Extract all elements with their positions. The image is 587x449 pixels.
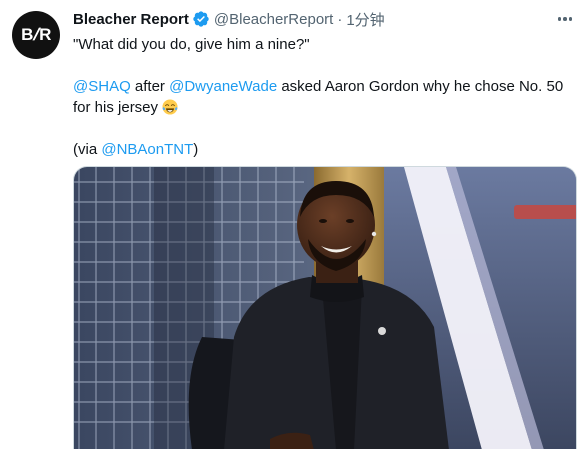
mention-shaq-link[interactable]: @SHAQ xyxy=(73,78,131,95)
avatar[interactable]: B / R xyxy=(12,11,60,59)
text-fragment: after xyxy=(130,78,170,95)
tweet-header: Bleacher Report @BleacherReport · 1分钟 xyxy=(73,9,385,29)
dot xyxy=(568,17,573,21)
dot xyxy=(563,17,567,21)
mention-dwyanewade-link[interactable]: @DwyaneWade xyxy=(169,78,277,95)
eye-left xyxy=(319,219,327,223)
dot xyxy=(557,17,562,21)
lapel-pin xyxy=(378,327,386,335)
face-with-tears-of-joy-icon xyxy=(162,99,178,115)
mention-nbaontnt-link[interactable]: @NBAonTNT xyxy=(101,141,193,158)
description-paragraph: @SHAQ after @DwyaneWade asked Aaron Gord… xyxy=(73,76,573,118)
header-separator: · xyxy=(337,10,343,28)
user-handle[interactable]: @BleacherReport xyxy=(214,11,333,28)
via-line: (via @NBAonTNT) xyxy=(73,139,573,160)
tweet-text: "What did you do, give him a nine?" @SHA… xyxy=(73,34,573,160)
quote-line: "What did you do, give him a nine?" xyxy=(73,36,310,53)
text-fragment: ) xyxy=(193,141,199,158)
tweet-media[interactable] xyxy=(73,166,577,449)
eye-right xyxy=(346,219,354,223)
timestamp[interactable]: 1分钟 xyxy=(346,9,384,30)
media-image xyxy=(74,167,576,449)
earring xyxy=(371,231,377,237)
more-options-icon[interactable] xyxy=(553,9,577,29)
text-fragment: (via xyxy=(73,141,102,158)
avatar-letter-r: R xyxy=(39,25,51,44)
verified-badge-icon xyxy=(193,11,209,27)
tweet-card[interactable]: B / R Bleacher Report @BleacherReport · 1分… xyxy=(0,0,587,449)
red-light xyxy=(514,205,576,219)
display-name[interactable]: Bleacher Report xyxy=(73,11,189,28)
